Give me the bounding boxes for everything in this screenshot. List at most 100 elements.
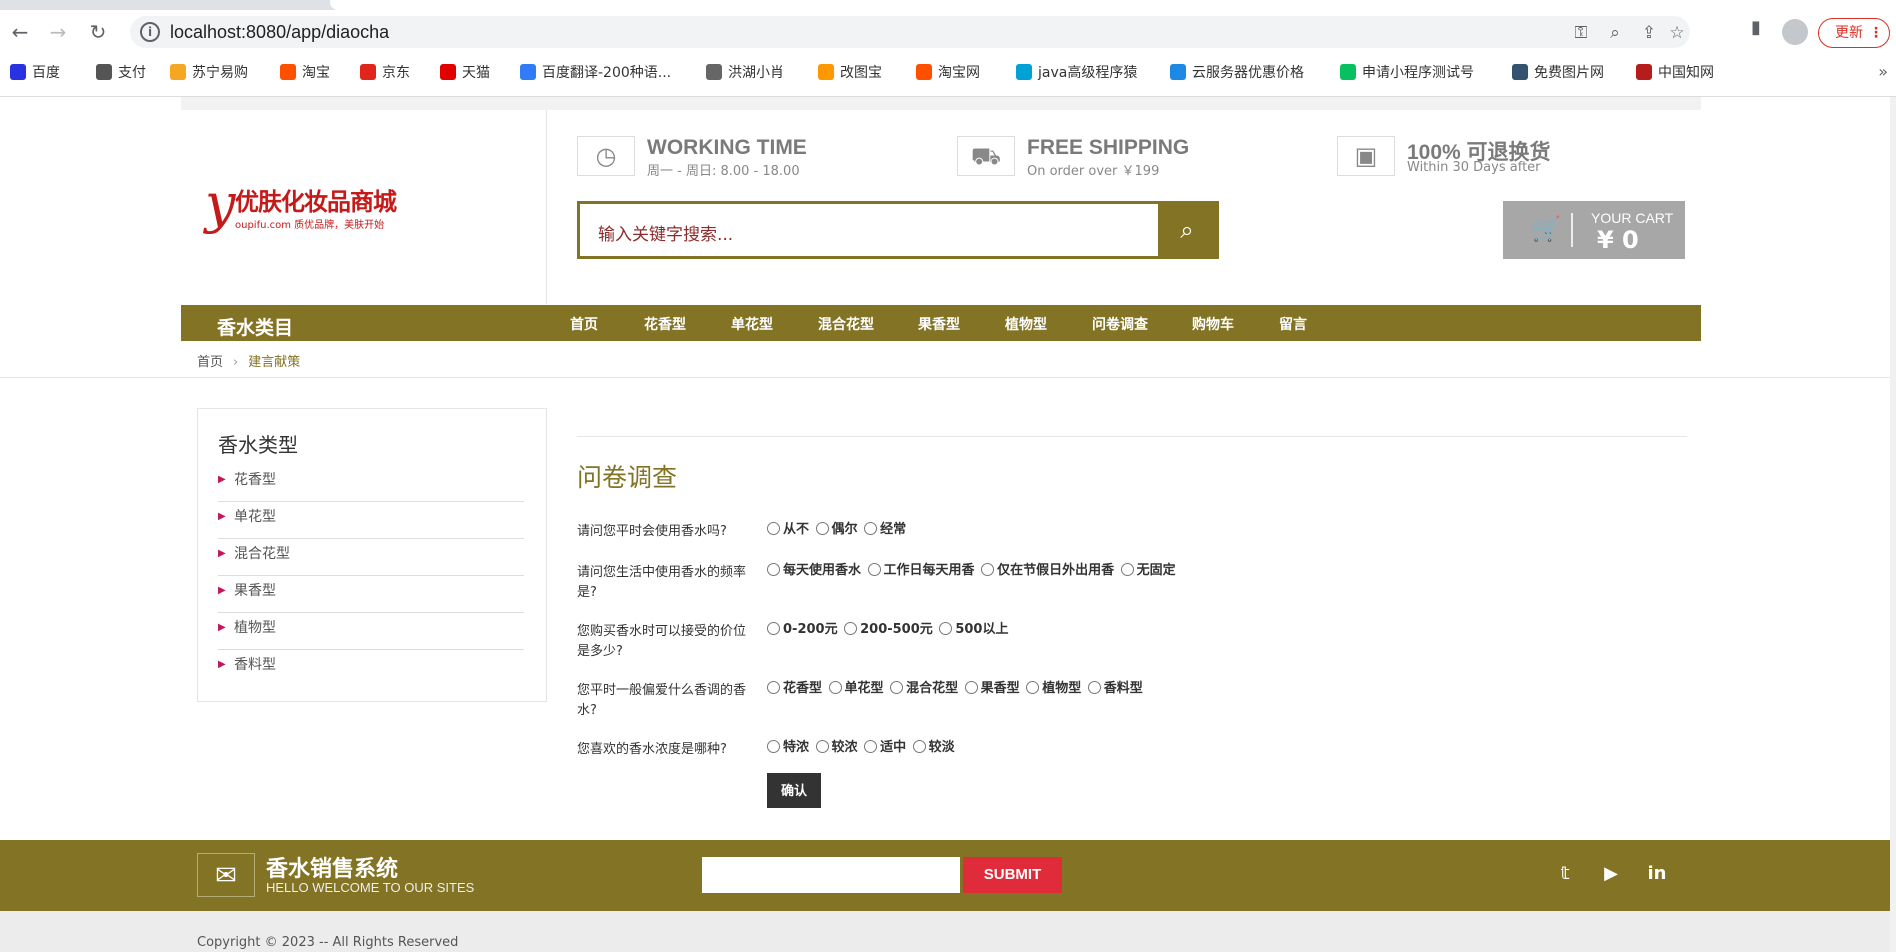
- radio-button[interactable]: [864, 522, 878, 535]
- reload-icon[interactable]: ↻: [84, 18, 112, 46]
- sidebar-item-label: 单花型: [234, 509, 276, 525]
- bookmark-item[interactable]: 支付: [96, 62, 146, 84]
- menu-item-fruity[interactable]: 果香型: [918, 314, 960, 334]
- menu-item-single-floral[interactable]: 单花型: [731, 314, 773, 334]
- radio-button[interactable]: [1120, 563, 1134, 576]
- option-label[interactable]: 较淡: [929, 740, 955, 755]
- option-label[interactable]: 花香型: [783, 681, 822, 696]
- menu-item-floral[interactable]: 花香型: [644, 314, 686, 334]
- option-label[interactable]: 0-200元: [783, 622, 838, 637]
- bookmark-item[interactable]: 苏宁易购: [170, 62, 248, 84]
- site-info-icon[interactable]: i: [140, 22, 160, 42]
- update-button[interactable]: 更新 ⋮: [1818, 18, 1890, 48]
- radio-button[interactable]: [890, 681, 904, 694]
- radio-button[interactable]: [828, 681, 842, 694]
- sidebar-item-plant[interactable]: ▶ 植物型: [218, 613, 524, 650]
- bookmark-item[interactable]: 申请小程序测试号: [1340, 62, 1474, 84]
- option-label[interactable]: 香料型: [1104, 681, 1143, 696]
- bookmark-star-icon[interactable]: ☆: [1666, 22, 1688, 44]
- bookmark-item[interactable]: 中国知网: [1636, 62, 1714, 84]
- radio-button[interactable]: [767, 563, 780, 576]
- option-label[interactable]: 较浓: [832, 740, 858, 755]
- bookmark-item[interactable]: 百度: [10, 62, 60, 84]
- radio-button[interactable]: [912, 740, 926, 753]
- option-label[interactable]: 经常: [880, 522, 906, 537]
- address-bar[interactable]: i localhost:8080/app/diaocha ⚿ ⌕ ⇪ ☆: [130, 16, 1690, 48]
- share-icon[interactable]: ⇪: [1638, 22, 1660, 44]
- submit-button[interactable]: SUBMIT: [963, 857, 1062, 893]
- bookmark-item[interactable]: 云服务器优惠价格: [1170, 62, 1304, 84]
- sidebar-item-mixed-floral[interactable]: ▶ 混合花型: [218, 539, 524, 576]
- linkedin-icon[interactable]: in: [1645, 862, 1669, 886]
- twitter-icon[interactable]: 𝕥: [1553, 862, 1577, 886]
- radio-button[interactable]: [815, 522, 829, 535]
- option-label[interactable]: 仅在节假日外出用香: [997, 563, 1114, 578]
- menu-item-home[interactable]: 首页: [570, 314, 598, 334]
- menu-category-title[interactable]: 香水类目: [217, 313, 293, 340]
- option-label[interactable]: 工作日每天用香: [884, 563, 975, 578]
- menu-item-message[interactable]: 留言: [1279, 314, 1307, 334]
- search-input[interactable]: 输入关键字搜索...: [598, 220, 733, 245]
- radio-button[interactable]: [939, 622, 953, 635]
- site-logo[interactable]: y 优肤化妆品商城 oupifu.com 质优品牌，美肤开始: [205, 174, 397, 238]
- option-label[interactable]: 植物型: [1042, 681, 1081, 696]
- menu-item-plant[interactable]: 植物型: [1005, 314, 1047, 334]
- sidebar-item-fruity[interactable]: ▶ 果香型: [218, 576, 524, 613]
- menu-dots-icon[interactable]: ⋮: [1869, 19, 1883, 47]
- radio-button[interactable]: [964, 681, 978, 694]
- option-label[interactable]: 混合花型: [906, 681, 958, 696]
- menu-item-cart[interactable]: 购物车: [1192, 314, 1234, 334]
- sidebar-item-single-floral[interactable]: ▶ 单花型: [218, 502, 524, 539]
- page-scrollbar[interactable]: [1890, 97, 1896, 952]
- option-label[interactable]: 果香型: [981, 681, 1020, 696]
- option-label[interactable]: 200-500元: [860, 622, 933, 637]
- forward-icon[interactable]: →: [44, 18, 72, 46]
- bookmark-item[interactable]: java高级程序猿: [1016, 62, 1137, 84]
- radio-button[interactable]: [767, 740, 780, 753]
- bookmark-item[interactable]: 百度翻译-200种语...: [520, 62, 671, 84]
- option-label[interactable]: 500以上: [955, 622, 1008, 637]
- option-label[interactable]: 偶尔: [832, 522, 858, 537]
- radio-button[interactable]: [867, 563, 881, 576]
- youtube-icon[interactable]: ▶: [1599, 862, 1623, 886]
- option-label[interactable]: 无固定: [1137, 563, 1176, 578]
- radio-button[interactable]: [1087, 681, 1101, 694]
- url-text[interactable]: localhost:8080/app/diaocha: [170, 22, 389, 43]
- radio-button[interactable]: [844, 622, 858, 635]
- sidebar-item-floral[interactable]: ▶ 花香型: [218, 465, 524, 502]
- breadcrumb-home[interactable]: 首页: [197, 355, 223, 370]
- option-label[interactable]: 适中: [880, 740, 906, 755]
- bookmark-item[interactable]: 淘宝网: [916, 62, 980, 84]
- radio-button[interactable]: [767, 681, 780, 694]
- search-button[interactable]: ⌕: [1158, 204, 1216, 256]
- side-panel-icon[interactable]: ▮: [1744, 16, 1768, 40]
- radio-button[interactable]: [815, 740, 829, 753]
- radio-button[interactable]: [981, 563, 995, 576]
- bookmark-item[interactable]: 改图宝: [818, 62, 882, 84]
- radio-button[interactable]: [864, 740, 878, 753]
- profile-avatar[interactable]: [1782, 19, 1808, 45]
- option-label[interactable]: 特浓: [783, 740, 809, 755]
- active-tab[interactable]: [330, 0, 1896, 10]
- radio-button[interactable]: [1026, 681, 1040, 694]
- option-label[interactable]: 每天使用香水: [783, 563, 861, 578]
- bookmark-item[interactable]: 免费图片网: [1512, 62, 1604, 84]
- newsletter-email-input[interactable]: [702, 857, 960, 893]
- option-label[interactable]: 从不: [783, 522, 809, 537]
- bookmarks-more-icon[interactable]: »: [1878, 62, 1888, 81]
- menu-item-survey[interactable]: 问卷调查: [1092, 314, 1148, 334]
- radio-button[interactable]: [767, 522, 780, 535]
- bookmark-item[interactable]: 洪湖小肖: [706, 62, 784, 84]
- bookmark-item[interactable]: 淘宝: [280, 62, 330, 84]
- key-icon[interactable]: ⚿: [1570, 22, 1592, 44]
- cart-button[interactable]: 🛒 YOUR CART ¥ 0: [1503, 201, 1685, 259]
- confirm-button[interactable]: 确认: [767, 773, 821, 808]
- zoom-icon[interactable]: ⌕: [1604, 22, 1626, 44]
- sidebar-item-spice[interactable]: ▶ 香料型: [218, 650, 524, 687]
- bookmark-item[interactable]: 天猫: [440, 62, 490, 84]
- option-label[interactable]: 单花型: [845, 681, 884, 696]
- menu-item-mixed-floral[interactable]: 混合花型: [818, 314, 874, 334]
- back-icon[interactable]: ←: [6, 18, 34, 46]
- bookmark-item[interactable]: 京东: [360, 62, 410, 84]
- radio-button[interactable]: [767, 622, 780, 635]
